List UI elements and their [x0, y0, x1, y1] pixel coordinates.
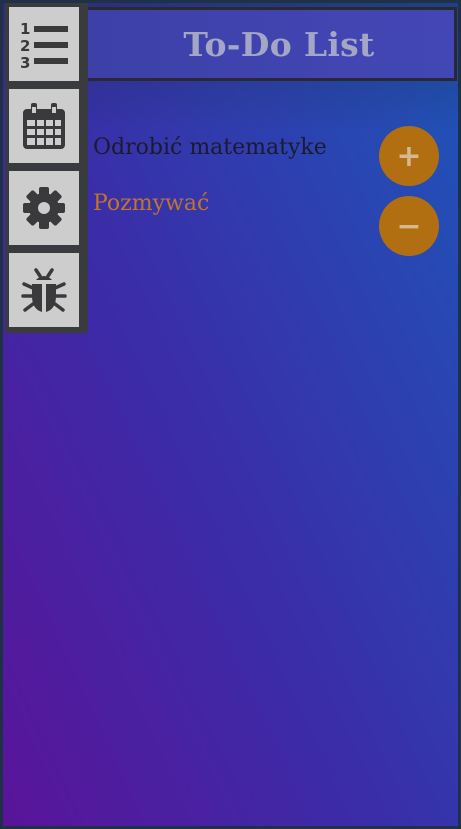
sidebar-item-calendar[interactable] — [9, 89, 79, 163]
remove-task-button[interactable]: − — [379, 196, 439, 256]
svg-text:1: 1 — [20, 20, 30, 38]
header-bar: To-Do List — [81, 7, 457, 81]
plus-icon: + — [396, 138, 422, 174]
numbered-list-icon: 1 2 3 — [20, 20, 68, 70]
bug-icon — [21, 268, 67, 312]
task-item[interactable]: Odrobić matematyke — [93, 135, 327, 160]
svg-text:3: 3 — [20, 54, 30, 70]
minus-icon: − — [396, 208, 422, 244]
page-title: To-Do List — [183, 24, 375, 64]
sidebar-item-debug[interactable] — [9, 253, 79, 327]
app-window: To-Do List 1 2 3 Odrobić matematyke Pozm… — [3, 3, 458, 826]
sidebar-item-list[interactable]: 1 2 3 — [9, 7, 79, 81]
svg-text:2: 2 — [20, 37, 30, 55]
task-item-selected[interactable]: Pozmywać — [93, 191, 209, 216]
gear-icon — [23, 187, 65, 229]
calendar-icon — [23, 103, 65, 149]
sidebar: 1 2 3 — [5, 3, 88, 333]
sidebar-item-settings[interactable] — [9, 171, 79, 245]
add-task-button[interactable]: + — [379, 126, 439, 186]
